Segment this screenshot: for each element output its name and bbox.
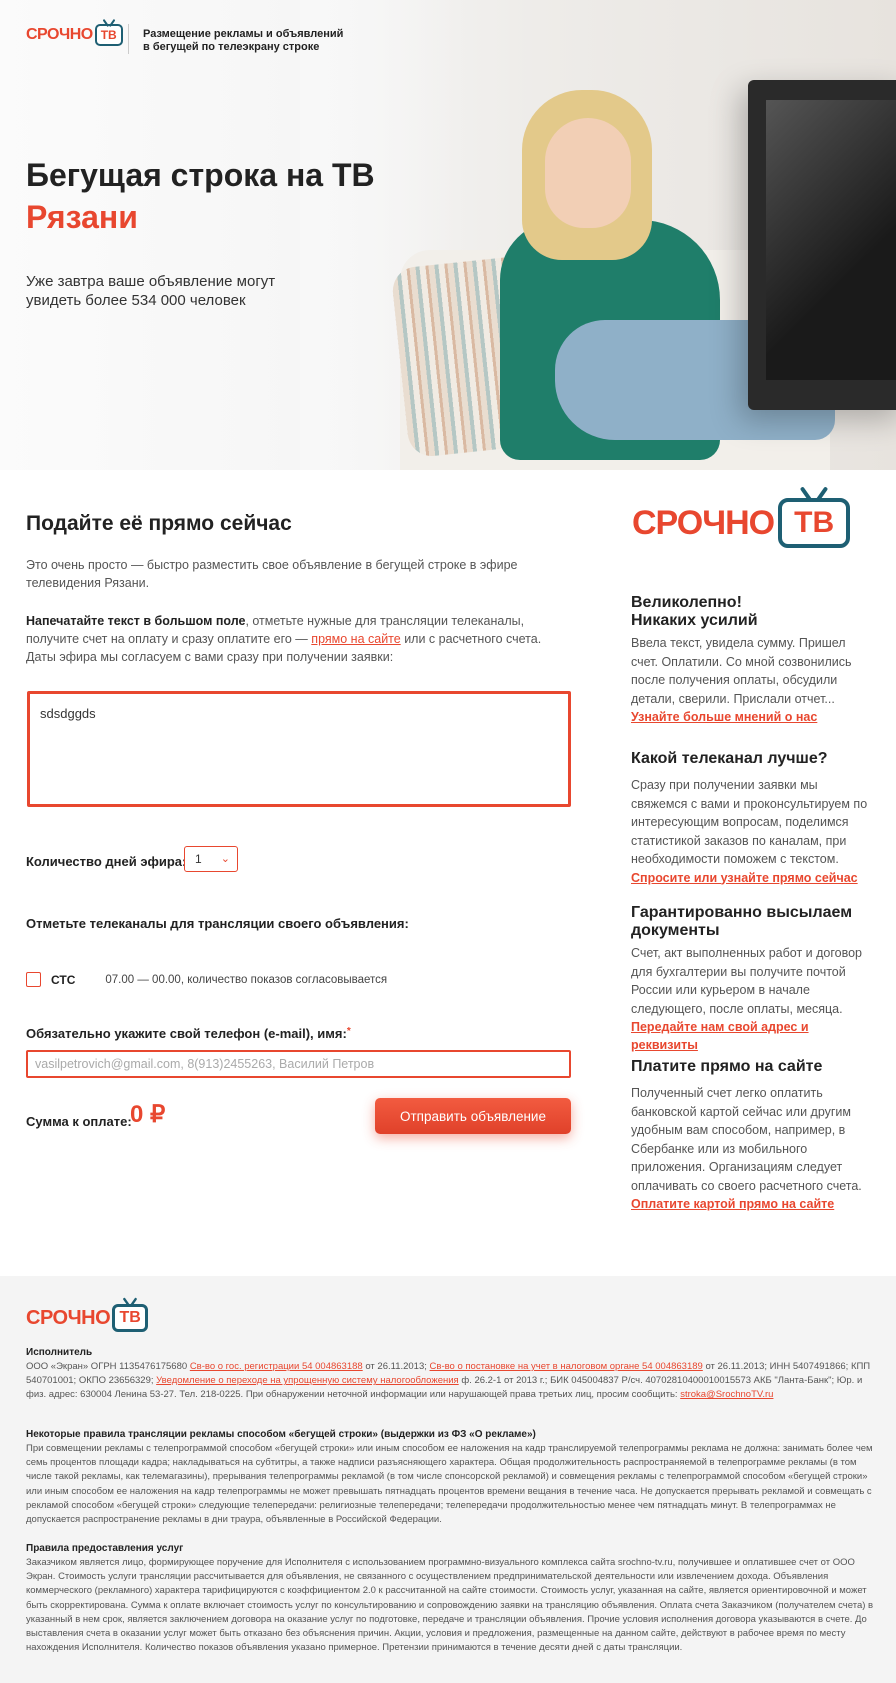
channel-checkbox[interactable] <box>26 972 41 987</box>
tv-logo-icon: ТВ <box>112 1304 149 1332</box>
sidebar-block-reviews: Великолепно! Никаких усилий Ввела текст, … <box>631 594 871 726</box>
sum-value: 0 ₽ <box>130 1101 166 1128</box>
header-logo[interactable]: СРОЧНО ТВ <box>26 24 123 46</box>
sidebar-block-title: Какой телеканал лучше? <box>631 750 828 767</box>
sidebar-logo[interactable]: СРОЧНО ТВ <box>632 498 851 548</box>
sidebar-block-text: Сразу при получении заявки мы свяжемся с… <box>631 778 868 866</box>
sidebar-block-channel: Какой телеканал лучше? Сразу при получен… <box>631 750 871 887</box>
phone-email-input[interactable] <box>26 1050 571 1078</box>
form-instructions: Напечатайте текст в большом поле, отметь… <box>26 614 542 664</box>
footer-terms: Правила предоставления услуг Заказчиком … <box>26 1543 874 1654</box>
hero-subtitle: Уже завтра ваше объявление могут увидеть… <box>26 273 276 309</box>
phone-label: Обязательно укажите свой телефон (e-mail… <box>26 1026 351 1041</box>
footer-rules: Некоторые правила трансляции рекламы спо… <box>26 1429 873 1526</box>
send-address-link[interactable]: Передайте нам свой адрес и реквизиты <box>631 1018 871 1054</box>
sidebar-block-text: Счет, акт выполненных работ и договор дл… <box>631 946 862 1016</box>
sidebar-block-payment: Платите прямо на сайте Полученный счет л… <box>631 1058 871 1213</box>
sidebar-block-title: Великолепно! Никаких усилий <box>631 594 758 629</box>
footer-logo[interactable]: СРОЧНО ТВ <box>26 1304 149 1332</box>
header-tagline: Размещение рекламы и объявлений в бегуще… <box>143 28 344 53</box>
footer: СРОЧНО ТВ Исполнитель ООО «Экран» ОГРН 1… <box>0 1276 896 1683</box>
registration-cert-link[interactable]: Св-во о гос. регистрации 54 004863188 <box>190 1361 363 1372</box>
tax-cert-link[interactable]: Св-во о постановке на учет в налоговом о… <box>430 1361 703 1372</box>
tv-logo-icon: ТВ <box>94 24 123 46</box>
ask-now-link[interactable]: Спросите или узнайте прямо сейчас <box>631 869 871 887</box>
tv-logo-icon: ТВ <box>778 498 851 548</box>
header-divider <box>128 24 129 54</box>
chevron-down-icon: ⌄ <box>220 853 230 865</box>
channel-name: СТС <box>51 972 76 987</box>
sum-label: Сумма к оплате: <box>26 1114 132 1129</box>
contact-email-link[interactable]: stroka@SrochnoTV.ru <box>680 1389 773 1400</box>
woman-face <box>545 118 631 228</box>
days-label: Количество дней эфира: <box>26 854 187 869</box>
logo-word: СРОЧНО <box>632 503 775 542</box>
sidebar-block-text: Полученный счет легко оплатить банковско… <box>631 1086 862 1193</box>
logo-word: СРОЧНО <box>26 26 93 43</box>
hero-city: Рязани <box>26 199 138 235</box>
tv-set-image <box>748 80 896 410</box>
channel-schedule: 07.00 — 00.00, количество показов соглас… <box>105 973 388 986</box>
form-intro: Это очень просто — быстро разместить сво… <box>26 558 518 590</box>
logo-word: СРОЧНО <box>26 1306 111 1329</box>
hero-title: Бегущая строка на ТВ <box>26 157 375 193</box>
channels-label: Отметьте телеканалы для трансляции своег… <box>26 916 409 931</box>
sidebar-block-documents: Гарантированно высылаем документы Счет, а… <box>631 904 871 1054</box>
send-ad-button[interactable]: Отправить объявление <box>375 1098 571 1134</box>
hero-section: СРОЧНО ТВ Размещение рекламы и объявлени… <box>0 0 896 470</box>
pay-by-card-link[interactable]: Оплатите картой прямо на сайте <box>631 1195 871 1213</box>
sidebar-block-text: Ввела текст, увидела сумму. Пришел счет.… <box>631 636 852 706</box>
required-star: * <box>346 1026 351 1037</box>
footer-executor: Исполнитель ООО «Экран» ОГРН 11354761756… <box>26 1347 871 1401</box>
pay-on-site-link[interactable]: прямо на сайте <box>311 632 400 646</box>
form-title: Подайте её прямо сейчас <box>26 512 292 535</box>
days-select-value: 1 <box>195 852 202 866</box>
ad-text-field[interactable]: sdsdggds <box>27 691 571 807</box>
tax-system-link[interactable]: Уведомление о переходе на упрощенную сис… <box>156 1375 459 1386</box>
channel-row[interactable]: СТС 07.00 — 00.00, количество показов со… <box>26 972 387 987</box>
reviews-link[interactable]: Узнайте больше мнений о нас <box>631 708 871 726</box>
sidebar-block-title: Гарантированно высылаем документы <box>631 904 853 939</box>
order-section: Подайте её прямо сейчас Это очень просто… <box>0 470 896 1276</box>
days-select[interactable]: 1 ⌄ <box>184 846 238 872</box>
sidebar-block-title: Платите прямо на сайте <box>631 1058 823 1075</box>
